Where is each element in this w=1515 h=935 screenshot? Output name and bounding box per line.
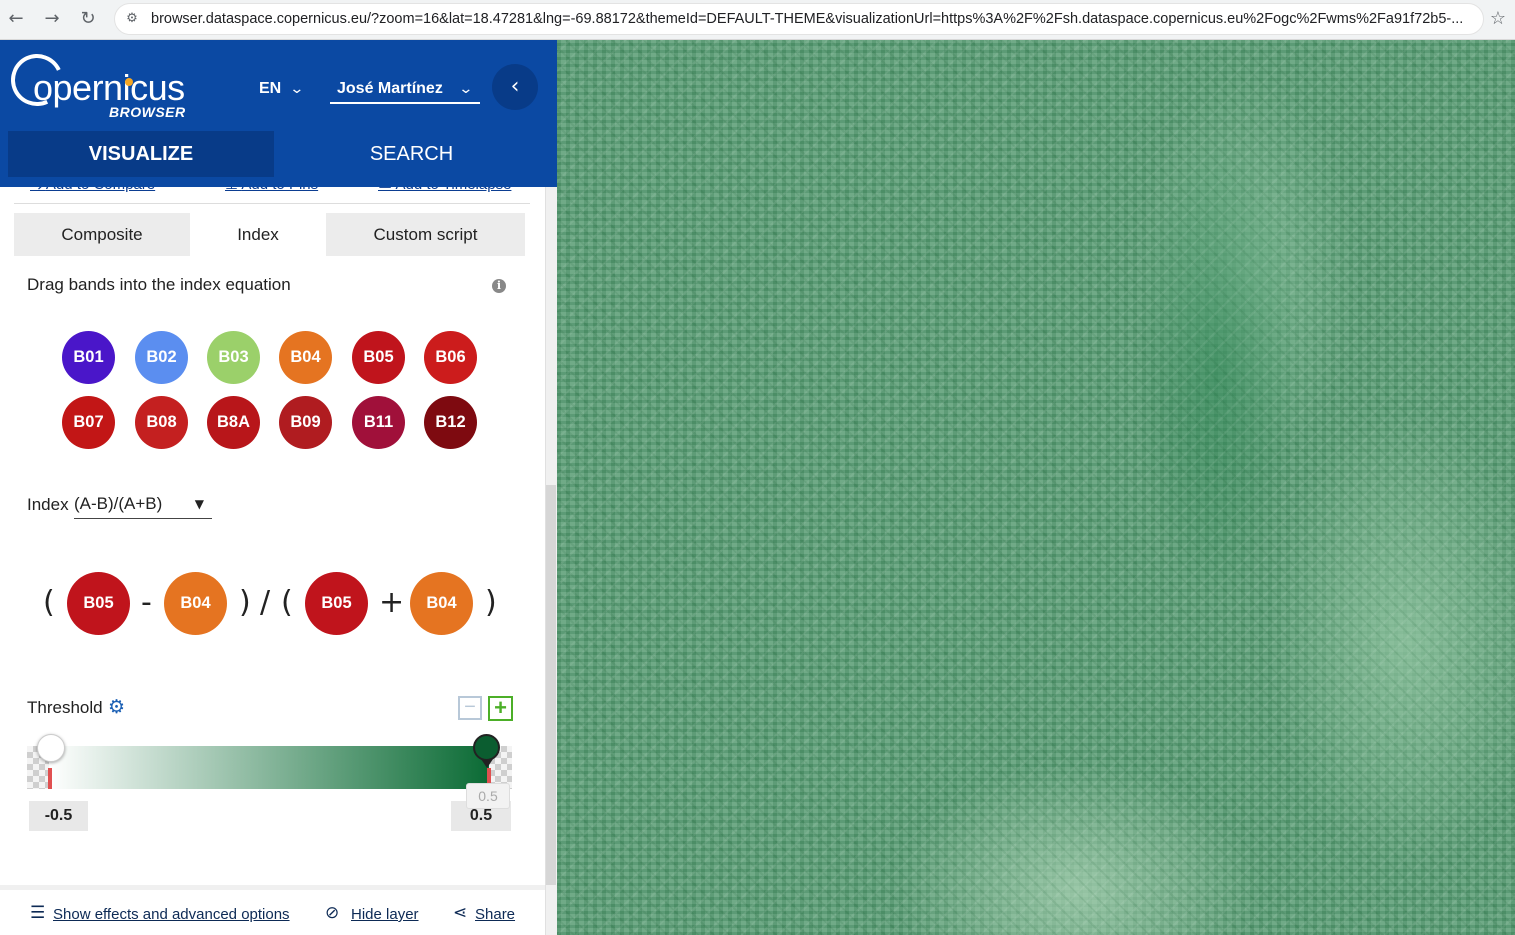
logo-wordmark: opernicus: [33, 67, 185, 108]
map-imagery: [557, 40, 1515, 935]
equation-plus: +: [379, 585, 405, 620]
forward-icon[interactable]: →: [39, 6, 65, 32]
sliders-icon: ☰: [30, 903, 46, 923]
share-link[interactable]: Share: [475, 906, 515, 923]
gear-icon[interactable]: ⚙: [108, 696, 125, 718]
info-icon[interactable]: i: [492, 279, 506, 293]
equation-close-paren: ): [485, 585, 497, 620]
threshold-gradient: [49, 746, 489, 789]
panel-scrollbar-thumb[interactable]: [546, 485, 556, 885]
mode-tab-index[interactable]: Index: [190, 213, 326, 256]
band-chip-b06[interactable]: B06: [424, 331, 477, 384]
band-chip-b11[interactable]: B11: [352, 396, 405, 449]
eye-off-icon: ⊘: [325, 903, 340, 923]
threshold-marker-left: [48, 768, 52, 789]
equation-band-a2[interactable]: B05: [305, 572, 368, 635]
copernicus-logo[interactable]: opernicus BROWSER: [3, 46, 198, 120]
user-name: José Martínez: [337, 80, 443, 97]
threshold-gradient-slider[interactable]: [27, 746, 512, 789]
equation-band-a1[interactable]: B05: [67, 572, 130, 635]
index-formula-value: (A-B)/(A+B): [74, 494, 163, 513]
threshold-handle-min[interactable]: [37, 734, 65, 762]
equation-band-b2[interactable]: B04: [410, 572, 473, 635]
chevron-left-icon: ‹: [510, 74, 520, 99]
collapse-panel-button[interactable]: ‹: [492, 64, 538, 110]
band-chip-b07[interactable]: B07: [62, 396, 115, 449]
address-bar[interactable]: ⚙ browser.dataspace.copernicus.eu/?zoom=…: [114, 3, 1484, 35]
caret-down-icon: ▼: [194, 497, 204, 511]
logo-dot-icon: [125, 78, 133, 86]
index-label: Index: [27, 495, 69, 514]
equation-open-paren: (: [281, 585, 293, 620]
equation-band-b1[interactable]: B04: [164, 572, 227, 635]
band-chip-b02[interactable]: B02: [135, 331, 188, 384]
equation-divide: /: [260, 585, 271, 620]
language-value: EN: [259, 80, 282, 97]
threshold-label: Threshold: [27, 698, 103, 717]
bands-hint: Drag bands into the index equation: [27, 275, 291, 294]
map-view[interactable]: [557, 40, 1515, 935]
browser-toolbar: ← → ↻ ⚙ browser.dataspace.copernicus.eu/…: [0, 0, 1515, 40]
equation-minus: -: [141, 585, 152, 620]
equation-open-paren: (: [43, 585, 55, 620]
band-chip-b8a[interactable]: B8A: [207, 396, 260, 449]
mode-tab-composite[interactable]: Composite: [14, 213, 190, 256]
logo-subtitle: BROWSER: [109, 104, 186, 120]
equation-close-paren: ): [239, 585, 251, 620]
threshold-handle-max[interactable]: [473, 734, 500, 761]
band-chip-b08[interactable]: B08: [135, 396, 188, 449]
url-text[interactable]: browser.dataspace.copernicus.eu/?zoom=16…: [151, 4, 1476, 34]
chevron-down-icon: ⌄: [458, 81, 474, 97]
user-menu[interactable]: José Martínez ⌄: [330, 76, 480, 104]
band-chip-b05[interactable]: B05: [352, 331, 405, 384]
tab-search[interactable]: SEARCH: [274, 131, 549, 177]
tab-visualize[interactable]: VISUALIZE: [8, 131, 274, 177]
index-formula-select[interactable]: (A-B)/(A+B) ▼: [74, 490, 212, 519]
app-header: opernicus BROWSER EN ⌄ José Martínez ⌄ ‹ …: [0, 40, 557, 187]
add-threshold-button[interactable]: +: [488, 696, 513, 721]
bookmark-star-icon[interactable]: ☆: [1486, 6, 1510, 32]
chevron-down-icon: ⌄: [289, 81, 305, 97]
threshold-tooltip: 0.5: [466, 783, 510, 809]
band-chip-b09[interactable]: B09: [279, 396, 332, 449]
panel-footer: ☰ Show effects and advanced options ⊘ Hi…: [0, 890, 545, 935]
back-icon[interactable]: ←: [3, 6, 29, 32]
band-chip-b12[interactable]: B12: [424, 396, 477, 449]
side-panel: ⇆ Add to Compare ⊥ Add to Pins ▭ Add to …: [0, 40, 557, 935]
mode-tab-custom-script[interactable]: Custom script: [326, 213, 525, 256]
threshold-min-value[interactable]: -0.5: [29, 801, 88, 831]
share-icon: ⋖: [453, 903, 468, 923]
band-chip-b04[interactable]: B04: [279, 331, 332, 384]
divider: [14, 203, 530, 204]
language-select[interactable]: EN ⌄: [259, 76, 305, 102]
band-chip-b03[interactable]: B03: [207, 331, 260, 384]
band-chip-b01[interactable]: B01: [62, 331, 115, 384]
site-info-icon[interactable]: ⚙: [123, 10, 141, 28]
hide-layer-link[interactable]: Hide layer: [351, 906, 419, 923]
reload-icon[interactable]: ↻: [75, 6, 101, 32]
remove-threshold-button[interactable]: −: [458, 696, 482, 720]
advanced-options-link[interactable]: Show effects and advanced options: [53, 906, 290, 923]
